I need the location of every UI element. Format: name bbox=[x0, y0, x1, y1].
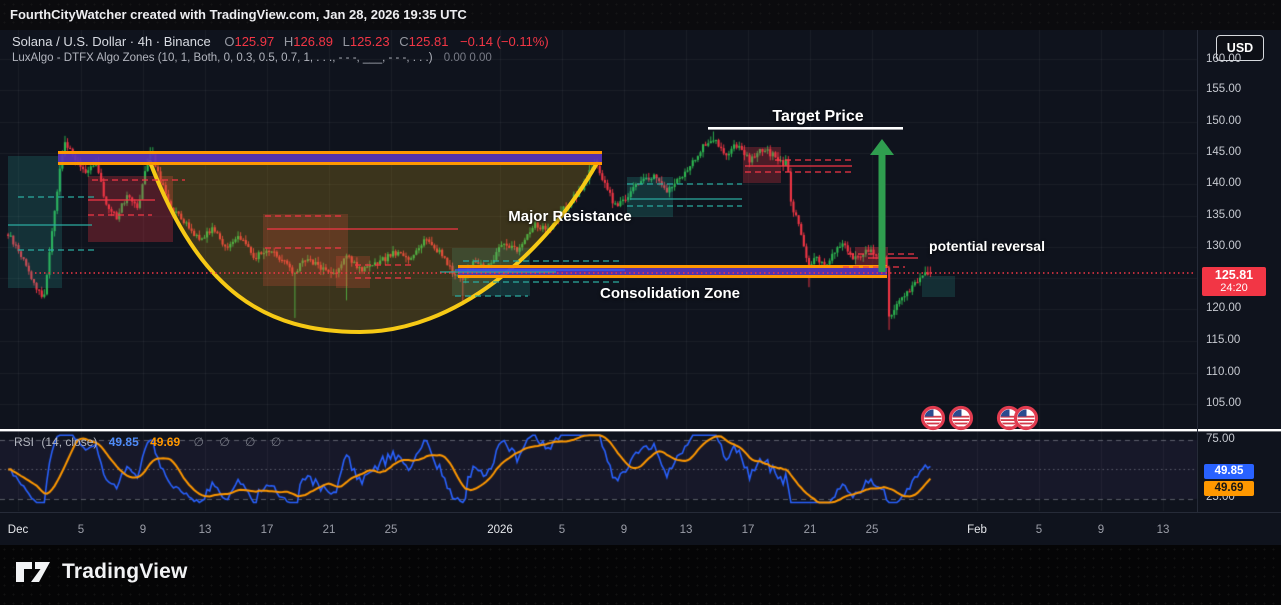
tradingview-logo-text: TradingView bbox=[62, 560, 188, 584]
rsi-params: (14, close) bbox=[41, 435, 97, 449]
time-axis-label: 25 bbox=[866, 524, 879, 536]
time-axis-label: 5 bbox=[78, 524, 84, 536]
time-axis-label: 13 bbox=[199, 524, 212, 536]
time-axis-label: 13 bbox=[1157, 524, 1170, 536]
symbol-legend-row[interactable]: Solana / U.S. Dollar · 4h · Binance O125… bbox=[12, 34, 549, 49]
price-axis-label: 160.00 bbox=[1206, 53, 1241, 65]
time-axis-label: 5 bbox=[1036, 524, 1042, 536]
high-label: H bbox=[284, 34, 293, 49]
price-axis-label: 105.00 bbox=[1206, 397, 1241, 409]
time-axis-separator bbox=[0, 512, 1281, 513]
time-axis-label: 25 bbox=[385, 524, 398, 536]
low-label: L bbox=[343, 34, 350, 49]
price-axis-label: 130.00 bbox=[1206, 240, 1241, 252]
last-price-badge: 125.81 24:20 bbox=[1202, 267, 1266, 296]
consolidation-zone-label[interactable]: Consolidation Zone bbox=[600, 285, 740, 302]
candlestick-chart-canvas[interactable] bbox=[0, 0, 1281, 605]
high-value: 126.89 bbox=[293, 34, 333, 49]
price-axis-label: 110.00 bbox=[1206, 366, 1240, 378]
time-axis-label: 9 bbox=[621, 524, 627, 536]
tradingview-logo[interactable]: TradingView bbox=[14, 558, 188, 586]
open-label: O bbox=[224, 34, 234, 49]
indicator-legend-row[interactable]: LuxAlgo - DTFX Algo Zones (10, 1, Both, … bbox=[12, 52, 492, 64]
time-axis-label: Dec bbox=[8, 524, 28, 536]
time-axis-label: 17 bbox=[261, 524, 274, 536]
time-axis-label: 9 bbox=[140, 524, 146, 536]
price-axis-label: 75.00 bbox=[1206, 433, 1235, 445]
price-axis-label: 145.00 bbox=[1206, 146, 1241, 158]
tradingview-snapshot: FourthCityWatcher created with TradingVi… bbox=[0, 0, 1281, 605]
price-axis-label: 135.00 bbox=[1206, 209, 1241, 221]
symbol-title: Solana / U.S. Dollar · 4h · Binance bbox=[12, 34, 211, 49]
time-axis-label: 17 bbox=[742, 524, 755, 536]
time-axis-label: 13 bbox=[680, 524, 693, 536]
rsi-signal-value: 49.69 bbox=[150, 435, 180, 449]
time-axis-label: 9 bbox=[1098, 524, 1104, 536]
indicator-title: LuxAlgo - DTFX Algo Zones (10, 1, Both, … bbox=[12, 52, 433, 64]
rsi-value-badge: 49.69 bbox=[1204, 481, 1254, 496]
indicator-values: 0.00 0.00 bbox=[444, 52, 492, 64]
time-axis-label: 21 bbox=[323, 524, 336, 536]
target-price-label[interactable]: Target Price bbox=[772, 108, 863, 126]
time-axis-label: 2026 bbox=[487, 524, 513, 536]
last-price-value: 125.81 bbox=[1202, 268, 1266, 282]
price-axis-separator bbox=[1197, 30, 1198, 512]
bar-countdown: 24:20 bbox=[1202, 282, 1266, 294]
rsi-value-badge: 49.85 bbox=[1204, 464, 1254, 479]
time-axis-label: 5 bbox=[559, 524, 565, 536]
tradingview-logo-icon bbox=[14, 558, 52, 586]
bottom-bar bbox=[0, 545, 1281, 605]
rsi-value: 49.85 bbox=[109, 435, 139, 449]
open-value: 125.97 bbox=[234, 34, 274, 49]
price-axis-label: 155.00 bbox=[1206, 83, 1241, 95]
close-value: 125.81 bbox=[409, 34, 449, 49]
price-axis-label: 150.00 bbox=[1206, 115, 1241, 127]
rsi-name: RSI bbox=[14, 435, 34, 449]
rsi-legend-row[interactable]: RSI (14, close) 49.85 49.69 ∅ ∅ ∅ ∅ bbox=[14, 435, 287, 449]
price-axis-label: 120.00 bbox=[1206, 302, 1241, 314]
low-value: 125.23 bbox=[350, 34, 390, 49]
change-value: −0.14 (−0.11%) bbox=[460, 34, 549, 49]
rsi-empty-values: ∅ ∅ ∅ ∅ bbox=[193, 435, 287, 449]
time-axis-label: Feb bbox=[967, 524, 987, 536]
price-axis-label: 140.00 bbox=[1206, 177, 1241, 189]
close-label: C bbox=[399, 34, 408, 49]
price-axis-label: 115.00 bbox=[1206, 334, 1240, 346]
time-axis-label: 21 bbox=[804, 524, 817, 536]
potential-reversal-label[interactable]: potential reversal bbox=[929, 238, 1045, 254]
major-resistance-label[interactable]: Major Resistance bbox=[508, 208, 631, 225]
